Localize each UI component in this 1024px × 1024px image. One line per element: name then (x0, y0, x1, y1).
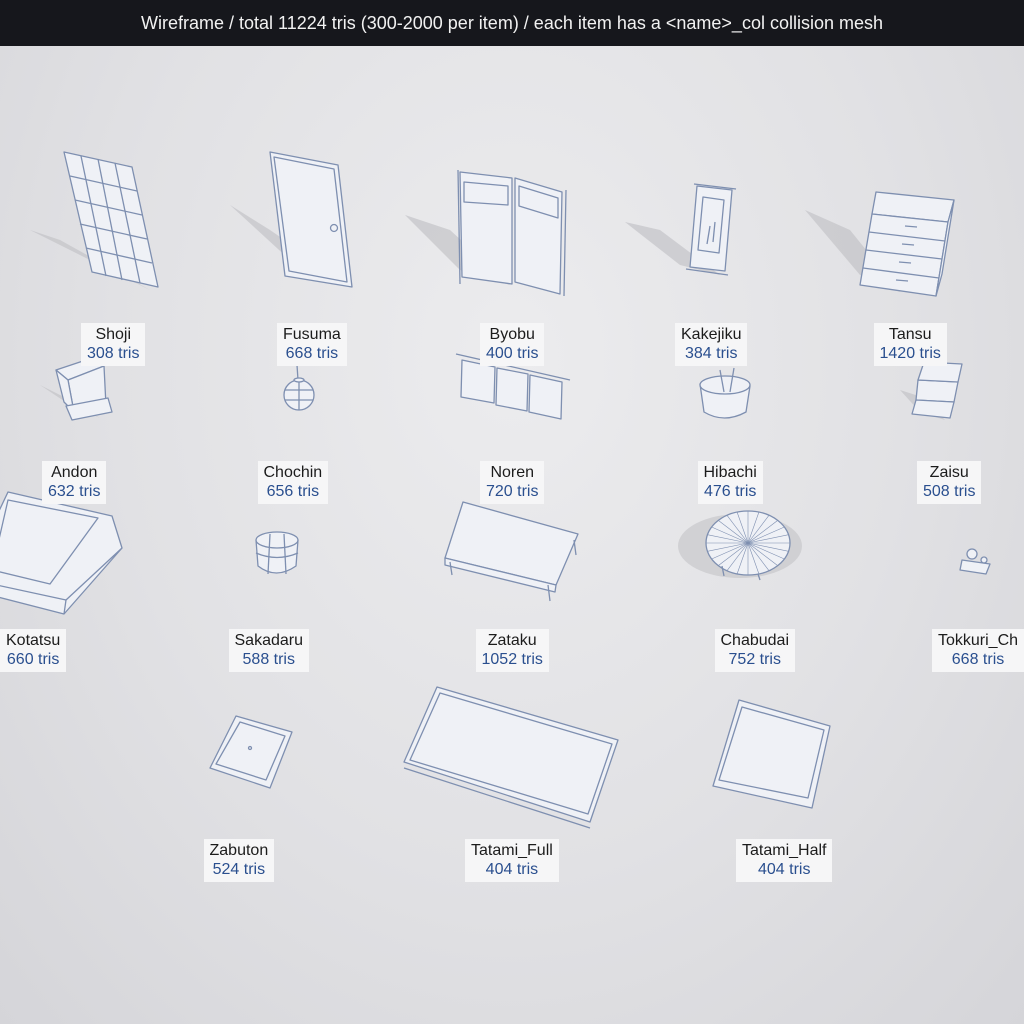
item-name: Noren (490, 464, 535, 481)
lantern-stand-icon[interactable] (40, 357, 113, 421)
sake-barrel-icon[interactable] (255, 531, 299, 575)
fusuma-door-icon[interactable] (230, 151, 353, 288)
item-name: Andon (51, 464, 98, 481)
item-tris: 400 tris (486, 345, 539, 362)
item-tris: 632 tris (48, 483, 101, 500)
item-label: Zabuton 524 tris (203, 839, 275, 882)
folding-screen-icon[interactable] (405, 169, 567, 297)
item-label: Zaisu 508 tris (917, 461, 982, 504)
item-tris: 588 tris (242, 651, 295, 668)
item-tris: 404 tris (758, 861, 811, 878)
item-label: Chochin 656 tris (257, 461, 329, 504)
item-tris: 668 tris (285, 345, 339, 362)
item-label: Tokkuri_Ch 668 tris (932, 629, 1024, 672)
paper-lantern-icon[interactable] (283, 364, 315, 411)
item-tris: 656 tris (266, 483, 320, 500)
item-label: Kakejiku 384 tris (675, 323, 748, 366)
item-name: Tansu (888, 326, 932, 343)
item-label: Kotatsu 660 tris (0, 629, 67, 672)
item-tris: 508 tris (923, 483, 976, 500)
cushion-icon[interactable] (209, 715, 293, 789)
item-name: Fusuma (283, 326, 341, 343)
item-tris: 308 tris (87, 345, 140, 362)
item-name: Tatami_Half (742, 842, 827, 859)
item-name: Byobu (489, 326, 535, 343)
item-label: Tatami_Full 404 tris (465, 839, 559, 882)
tatami-full-icon[interactable] (403, 686, 619, 829)
item-name: Chabudai (720, 632, 790, 649)
item-label: Zataku 1052 tris (475, 629, 549, 672)
item-name: Hibachi (703, 464, 757, 481)
item-tris: 752 tris (728, 651, 781, 668)
item-label: Sakadaru 588 tris (228, 629, 309, 672)
low-table-icon[interactable] (444, 501, 579, 602)
legless-chair-icon[interactable] (900, 361, 963, 420)
item-label: Hibachi 476 tris (697, 461, 763, 504)
item-label: Byobu 400 tris (480, 323, 545, 366)
tatami-half-icon[interactable] (712, 699, 831, 809)
item-tris: 1420 tris (879, 345, 941, 362)
sake-set-icon[interactable] (959, 548, 991, 575)
round-table-icon[interactable] (678, 510, 802, 581)
item-name: Sakadaru (234, 632, 304, 649)
item-name: Zataku (487, 632, 537, 649)
item-name: Tokkuri_Ch (938, 632, 1019, 649)
item-name: Kakejiku (681, 326, 742, 343)
item-label: Noren 720 tris (480, 461, 545, 504)
item-tris: 1052 tris (481, 651, 543, 668)
header-title: Wireframe / total 11224 tris (300-2000 p… (0, 0, 1024, 46)
item-name: Zabuton (209, 842, 269, 859)
item-label: Tansu 1420 tris (873, 323, 947, 366)
item-name: Zaisu (929, 464, 969, 481)
item-label: Andon 632 tris (42, 461, 107, 504)
item-name: Tatami_Full (471, 842, 553, 859)
item-tris: 720 tris (486, 483, 539, 500)
brazier-icon[interactable] (699, 367, 751, 419)
item-name: Shoji (95, 326, 132, 343)
item-label: Tatami_Half 404 tris (736, 839, 833, 882)
item-label: Chabudai 752 tris (714, 629, 795, 672)
item-label: Shoji 308 tris (81, 323, 146, 366)
item-tris: 524 tris (212, 861, 266, 878)
shoji-screen-icon[interactable] (30, 151, 159, 290)
item-name: Chochin (263, 464, 323, 481)
item-tris: 404 tris (485, 861, 539, 878)
item-tris: 384 tris (685, 345, 738, 362)
item-tris: 668 tris (951, 651, 1005, 668)
item-name: Kotatsu (6, 632, 61, 649)
item-label: Fusuma 668 tris (277, 323, 347, 366)
item-tris: 660 tris (6, 651, 60, 668)
item-tris: 476 tris (703, 483, 757, 500)
heated-table-icon[interactable] (0, 491, 123, 615)
chest-of-drawers-icon[interactable] (805, 191, 955, 297)
hanging-scroll-icon[interactable] (625, 183, 737, 276)
